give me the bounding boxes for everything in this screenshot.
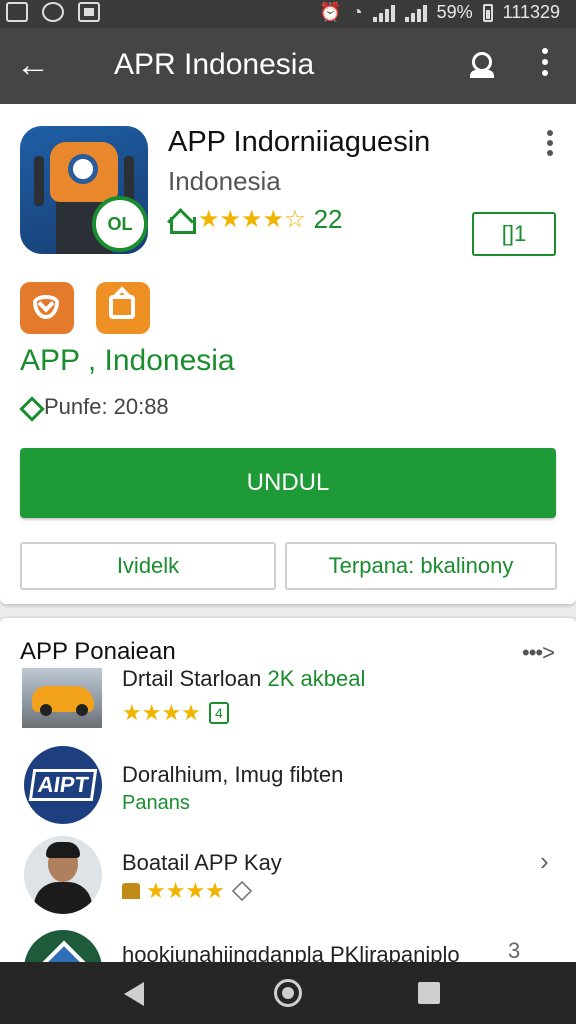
battery-icon bbox=[482, 3, 493, 22]
tag-icon: 4 bbox=[208, 702, 229, 724]
upload-badge-icon bbox=[96, 282, 150, 334]
section-more-link[interactable]: •••> bbox=[522, 640, 555, 666]
list-item-title: Drtail Starloan 2K akbeal bbox=[122, 666, 366, 691]
app-developer[interactable]: Indonesia bbox=[168, 166, 281, 197]
rating-stars: ★★★★☆ bbox=[198, 206, 306, 233]
home-icon bbox=[168, 207, 196, 234]
app-logo: AIPT bbox=[24, 746, 102, 824]
list-item-title: Boatail APP Kay bbox=[122, 850, 282, 875]
signal-icon bbox=[372, 4, 395, 22]
nav-recents-icon[interactable] bbox=[418, 982, 440, 1004]
app-name: APP Indorniiaguesin bbox=[168, 126, 431, 158]
chat-badge-icon: OL bbox=[92, 196, 148, 252]
list-item-subtitle: Panans bbox=[122, 792, 190, 814]
clock: 111329 bbox=[502, 2, 560, 22]
car-thumbnail bbox=[22, 668, 102, 728]
secondary-right-button[interactable]: Terpana: bkalinony bbox=[285, 542, 557, 590]
rating-row: ★★★★☆ 22 bbox=[168, 204, 343, 235]
nav-back-icon[interactable] bbox=[124, 982, 144, 1006]
meta-value: 20:88 bbox=[113, 394, 169, 419]
signal-2-icon bbox=[404, 4, 427, 22]
house-icon bbox=[231, 880, 253, 902]
meta-row: Punfe: 20:88 bbox=[20, 394, 169, 420]
chevron-right-icon[interactable]: › bbox=[540, 846, 549, 877]
account-icon[interactable] bbox=[462, 48, 502, 84]
app-details-card: OL APP Indorniiaguesin Indonesia ★★★★☆ 2… bbox=[0, 104, 576, 604]
app-toolbar: ← APR Indonesia bbox=[0, 28, 576, 104]
badge-icon bbox=[122, 883, 140, 899]
card-overflow-icon[interactable] bbox=[542, 130, 558, 164]
meta-label: Punfe: bbox=[44, 394, 108, 419]
battery-percent: 59% bbox=[436, 2, 473, 22]
app-subtitle: APP , Indonesia bbox=[20, 344, 235, 377]
list-item[interactable]: AIPT Doralhium, Imug fibten Panans bbox=[0, 746, 576, 828]
alarm-icon: ⏰ bbox=[319, 2, 342, 22]
download-button[interactable]: UNDUL bbox=[20, 448, 556, 518]
toolbar-title: APR Indonesia bbox=[114, 48, 315, 81]
rating-count: 22 bbox=[313, 204, 343, 234]
list-item-stars: ★★★★ bbox=[122, 878, 253, 904]
avatar bbox=[24, 836, 102, 914]
app-icon: OL bbox=[20, 126, 148, 254]
status-bar: ⏰ ◔ 59% 111329 bbox=[0, 0, 576, 28]
wifi-icon: ◔ bbox=[351, 2, 363, 22]
system-nav-bar bbox=[0, 962, 576, 1024]
storage-notification-icon bbox=[6, 2, 28, 22]
download-badge-icon bbox=[20, 282, 74, 334]
list-item[interactable]: Boatail APP Kay ★★★★ › bbox=[0, 836, 576, 918]
related-apps-card: APP Ponaiean •••> Drtail Starloan 2K akb… bbox=[0, 618, 576, 1008]
list-item-stars: ★★★★ 4 bbox=[122, 700, 229, 726]
list-item[interactable]: Drtail Starloan 2K akbeal ★★★★ 4 bbox=[0, 666, 576, 736]
list-item-title: Doralhium, Imug fibten bbox=[122, 762, 344, 787]
message-notification-icon bbox=[78, 2, 100, 22]
section-title: APP Ponaiean bbox=[20, 638, 176, 665]
nav-home-icon[interactable] bbox=[274, 979, 302, 1007]
list-item-trailing: 3 bbox=[508, 938, 521, 963]
overflow-menu-icon[interactable] bbox=[530, 48, 560, 88]
install-small-button[interactable]: []1 bbox=[472, 212, 556, 256]
sync-notification-icon bbox=[42, 2, 64, 22]
puzzle-icon bbox=[20, 397, 38, 417]
back-arrow-icon[interactable]: ← bbox=[16, 46, 56, 86]
secondary-left-button[interactable]: Ividelk bbox=[20, 542, 276, 590]
